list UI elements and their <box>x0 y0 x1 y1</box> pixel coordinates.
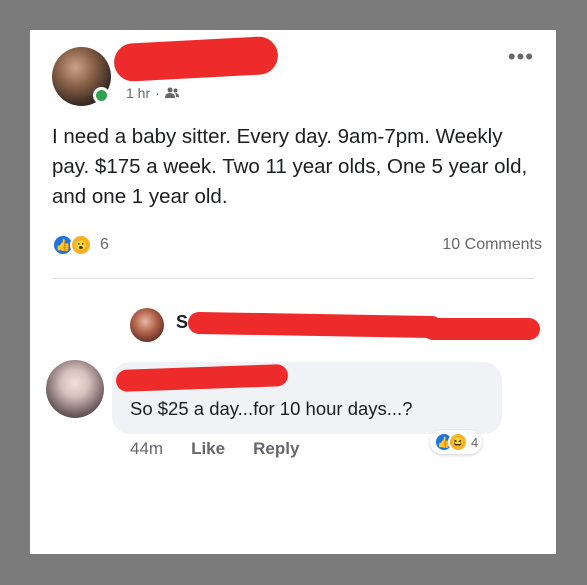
redacted-commenter-name <box>115 364 289 392</box>
comment-bubble: So $25 a day...for 10 hour days...? <box>112 362 502 434</box>
comment-time[interactable]: 44m <box>130 439 163 459</box>
comment-actions: 44m Like Reply <box>130 439 299 459</box>
redacted-reply-name-b <box>422 318 540 340</box>
wow-icon: 😮 <box>70 234 92 256</box>
comment-reactions[interactable]: 👍 😆 4 <box>430 430 483 454</box>
post-time[interactable]: 1 hr <box>126 85 150 101</box>
like-button[interactable]: Like <box>191 439 225 459</box>
online-status-icon <box>93 87 110 104</box>
comment-text: So $25 a day...for 10 hour days...? <box>130 398 413 419</box>
post-card: 1 hr · ••• I need a baby sitter. Every d… <box>30 30 556 554</box>
post-text: I need a baby sitter. Every day. 9am-7pm… <box>52 125 528 208</box>
meta-separator: · <box>155 85 160 101</box>
more-options-icon[interactable]: ••• <box>508 44 534 70</box>
commenter-avatar[interactable] <box>46 360 104 418</box>
friends-icon <box>164 87 179 98</box>
comment-reaction-count: 4 <box>471 434 479 450</box>
reaction-count: 6 <box>100 236 109 253</box>
post-meta: 1 hr · <box>126 85 179 101</box>
reply-preview-name: S <box>176 312 189 332</box>
redacted-reply-name-a <box>187 311 444 339</box>
divider <box>52 278 534 279</box>
haha-icon: 😆 <box>448 432 468 452</box>
reply-avatar[interactable] <box>130 308 164 342</box>
redacted-poster-name <box>113 35 279 83</box>
comments-count[interactable]: 10 Comments <box>442 236 542 254</box>
post-reactions[interactable]: 👍 😮 6 <box>52 234 109 256</box>
reply-button[interactable]: Reply <box>253 439 299 459</box>
